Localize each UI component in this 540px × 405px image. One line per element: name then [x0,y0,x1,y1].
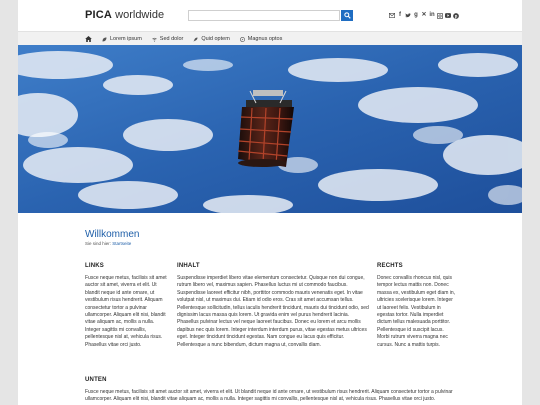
satellite-illustration [18,45,522,213]
social-links: f g ✕ in p [389,10,459,21]
breadcrumb: Sie sind hier: Startseite [85,241,131,246]
nav-item-lorem-ipsum[interactable]: Lorem ipsum [102,36,142,42]
leaf-icon [102,37,107,41]
home-icon [85,36,92,42]
nav-item-sed-dolor[interactable]: Sed dolor [152,36,184,42]
column-unten: UNTEN Fusce neque metus, facilisis sit a… [85,377,457,404]
breadcrumb-prefix: Sie sind hier: [85,241,112,246]
nav-item-home[interactable] [85,36,92,42]
compass-icon [239,36,245,42]
wifi-icon [152,37,157,42]
column-inhalt: INHALT Suspendisse imperdiet libero vita… [177,263,369,349]
breadcrumb-home-link[interactable]: Startseite [112,241,131,246]
search-icon [343,12,351,19]
linkedin-icon[interactable]: in [429,12,435,19]
nav-label: Quid optem [201,36,230,42]
column-text: Fusce neque metus, facilisis sit amet au… [85,389,453,403]
column-text: Fusce neque metus, facilisis sit amet au… [85,275,167,348]
logo-light: worldwide [112,9,165,21]
logo-bold: PICA [85,9,113,21]
hero-image [18,45,522,213]
nav-label: Sed dolor [159,36,184,42]
column-heading: UNTEN [85,377,107,383]
column-links: LINKS Fusce neque metus, facilisis sit a… [85,263,170,349]
column-heading: LINKS [85,263,104,269]
search-input[interactable] [188,10,340,21]
pinterest-icon[interactable]: p [453,12,459,19]
header: PICA worldwide f g ✕ in p [18,0,522,31]
site-logo[interactable]: PICA worldwide [85,9,164,21]
instagram-icon[interactable] [437,12,443,19]
page: PICA worldwide f g ✕ in p Lorem ipsum Se… [18,0,522,405]
nav-item-quid-optem[interactable]: Quid optem [193,36,230,42]
column-heading: INHALT [177,263,200,269]
column-text: Suspendisse imperdiet libero vitae eleme… [177,275,369,348]
facebook-icon[interactable]: f [397,12,403,19]
youtube-icon[interactable] [445,12,451,19]
twitter-icon[interactable] [405,12,411,19]
xing-icon[interactable]: ✕ [421,12,427,19]
search-button[interactable] [341,10,353,21]
column-text: Donec convallis rhoncus nisl, quis tempo… [377,275,456,348]
nav-label: Lorem ipsum [110,36,142,42]
mail-icon[interactable] [389,12,395,19]
column-heading: RECHTS [377,263,403,269]
rocket-icon [193,37,198,41]
page-title: Willkommen [85,229,140,240]
nav-item-magnus-optos[interactable]: Magnus optos [239,36,283,42]
googleplus-icon[interactable]: g [413,12,419,19]
nav-label: Magnus optos [247,36,283,42]
svg-text:p: p [455,13,458,18]
column-rechts: RECHTS Donec convallis rhoncus nisl, qui… [377,263,457,349]
main-nav: Lorem ipsum Sed dolor Quid optem Magnus … [18,31,522,46]
search-form [188,10,353,21]
